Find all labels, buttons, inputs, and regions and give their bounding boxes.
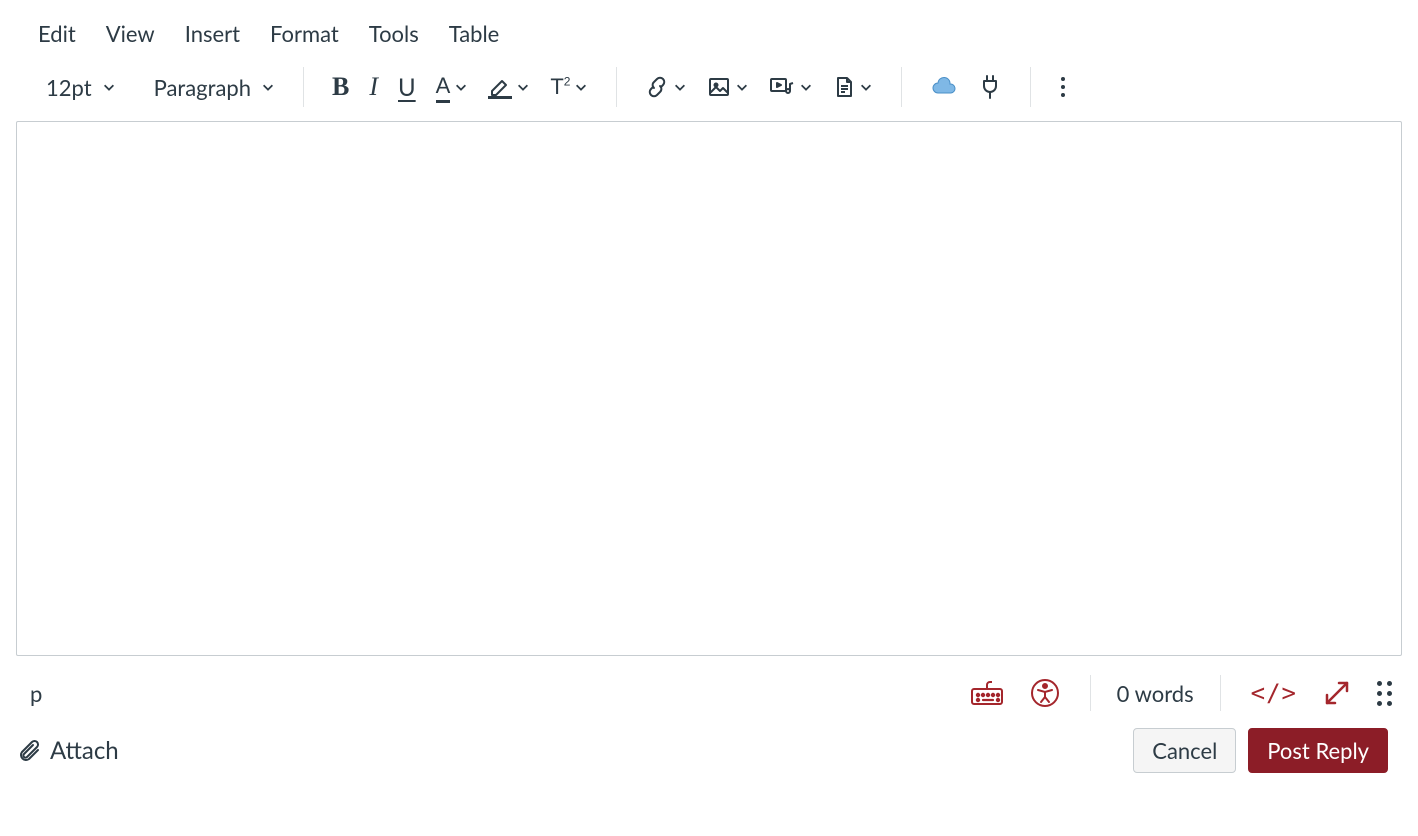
- superscript-icon: T2: [550, 74, 570, 100]
- font-size-select[interactable]: 12pt: [36, 67, 126, 107]
- menubar: Edit View Insert Format Tools Table: [16, 10, 1402, 59]
- toolbar-group-insert: [635, 67, 883, 107]
- status-separator: [1220, 675, 1221, 711]
- toolbar-group-apps: [920, 67, 1012, 107]
- menu-view[interactable]: View: [104, 18, 157, 49]
- rich-text-editor: Edit View Insert Format Tools Table 12pt…: [0, 0, 1418, 789]
- chevron-down-icon: [859, 80, 873, 94]
- chevron-down-icon: [102, 80, 116, 94]
- accessibility-icon: [1030, 678, 1060, 708]
- action-buttons: Cancel Post Reply: [1133, 728, 1388, 773]
- highlight-color-button[interactable]: [478, 67, 540, 107]
- chevron-down-icon: [261, 80, 275, 94]
- statusbar: p: [16, 656, 1402, 722]
- toolbar-separator: [1030, 67, 1031, 107]
- fullscreen-toggle[interactable]: [1319, 675, 1355, 711]
- toolbar-separator: [901, 67, 902, 107]
- resize-handle[interactable]: [1373, 677, 1396, 710]
- keyboard-icon: [970, 680, 1004, 706]
- status-right: 0 words </>: [966, 674, 1396, 712]
- status-separator: [1090, 675, 1091, 711]
- menu-edit[interactable]: Edit: [36, 18, 78, 49]
- expand-icon: [1323, 679, 1351, 707]
- insert-link-button[interactable]: [635, 67, 697, 107]
- text-color-button[interactable]: A: [426, 67, 479, 107]
- editor-content-area[interactable]: [16, 121, 1402, 656]
- chevron-down-icon: [574, 80, 588, 94]
- toolbar: 12pt Paragraph B I U A: [16, 59, 1402, 121]
- superscript-button[interactable]: T2: [540, 67, 598, 107]
- italic-button[interactable]: I: [359, 67, 388, 107]
- bold-icon: B: [332, 72, 349, 102]
- more-options-button[interactable]: [1049, 67, 1077, 107]
- chevron-down-icon: [454, 80, 468, 94]
- chevron-down-icon: [799, 80, 813, 94]
- underline-button[interactable]: U: [388, 67, 426, 107]
- document-icon: [833, 75, 855, 99]
- insert-media-button[interactable]: [759, 67, 823, 107]
- underline-icon: U: [398, 73, 416, 102]
- app-cloud-button[interactable]: [920, 67, 968, 107]
- menu-insert[interactable]: Insert: [183, 18, 242, 49]
- chevron-down-icon: [735, 80, 749, 94]
- highlight-icon: [488, 75, 512, 99]
- action-row: Attach Cancel Post Reply: [16, 722, 1402, 773]
- insert-document-button[interactable]: [823, 67, 883, 107]
- post-reply-button[interactable]: Post Reply: [1248, 728, 1388, 773]
- cloud-icon: [930, 76, 958, 98]
- bold-button[interactable]: B: [322, 67, 359, 107]
- kebab-icon: [1059, 75, 1067, 99]
- block-format-value: Paragraph: [154, 74, 251, 101]
- html-editor-toggle[interactable]: </>: [1247, 675, 1301, 711]
- toolbar-separator: [303, 67, 304, 107]
- plug-icon: [978, 74, 1002, 100]
- toolbar-group-formatting: B I U A: [322, 67, 599, 107]
- toolbar-group-font: 12pt Paragraph: [36, 67, 285, 107]
- font-size-value: 12pt: [46, 74, 92, 101]
- menu-tools[interactable]: Tools: [367, 18, 421, 49]
- cancel-button[interactable]: Cancel: [1133, 728, 1236, 773]
- app-plugin-button[interactable]: [968, 67, 1012, 107]
- menu-table[interactable]: Table: [447, 18, 502, 49]
- html-view-icon: </>: [1251, 679, 1297, 707]
- word-count: 0 words: [1117, 680, 1194, 707]
- element-path[interactable]: p: [30, 680, 42, 707]
- attach-button[interactable]: Attach: [18, 736, 119, 765]
- menu-format[interactable]: Format: [268, 18, 341, 49]
- link-icon: [645, 75, 669, 99]
- block-format-select[interactable]: Paragraph: [144, 67, 285, 107]
- drag-handle-icon: [1377, 681, 1392, 706]
- toolbar-separator: [616, 67, 617, 107]
- keyboard-shortcuts-button[interactable]: [966, 676, 1008, 710]
- image-icon: [707, 75, 731, 99]
- accessibility-checker-button[interactable]: [1026, 674, 1064, 712]
- insert-image-button[interactable]: [697, 67, 759, 107]
- italic-icon: I: [369, 72, 378, 102]
- paperclip-icon: [18, 738, 42, 764]
- text-color-icon: A: [436, 71, 451, 103]
- chevron-down-icon: [516, 80, 530, 94]
- attach-label: Attach: [50, 736, 119, 765]
- media-icon: [769, 75, 795, 99]
- chevron-down-icon: [673, 80, 687, 94]
